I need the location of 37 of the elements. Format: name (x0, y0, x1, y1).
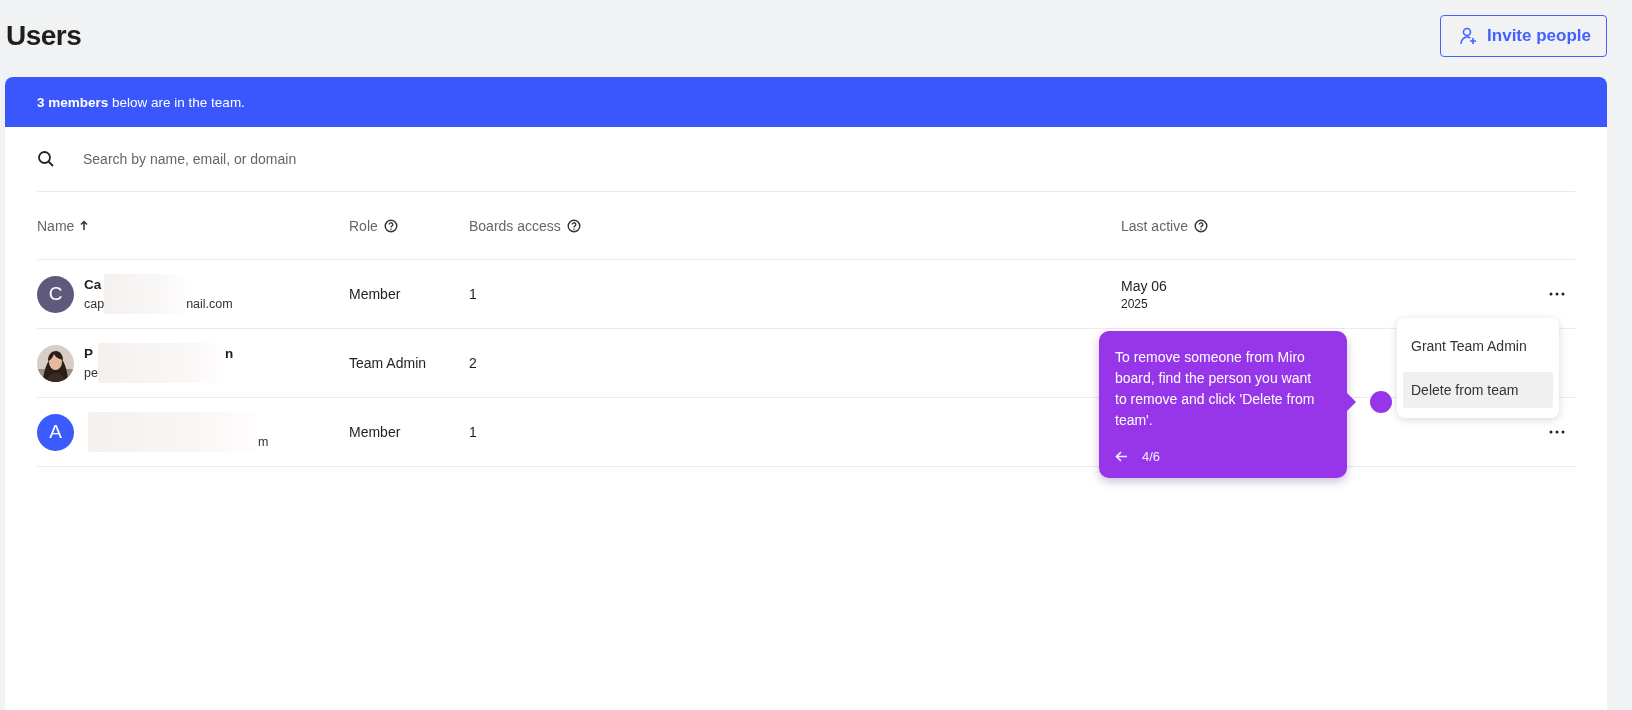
boards-count: 1 (469, 286, 477, 302)
search-icon (37, 150, 55, 168)
user-email: nail.com (186, 296, 233, 311)
column-header[interactable]: Last active (1121, 217, 1188, 234)
user-email: cap (84, 296, 105, 311)
back-arrow-icon[interactable] (1115, 451, 1128, 462)
step-counter: 4/6 (1142, 449, 1161, 464)
last-active-date: May 06 (1121, 277, 1167, 294)
help-icon (1193, 218, 1208, 233)
role-cell: Member (349, 286, 401, 302)
banner-text: 3 members below are in the team. (37, 94, 245, 110)
column-header[interactable]: Boards access (469, 217, 561, 234)
user-email: pe (84, 365, 98, 380)
invite-people-button[interactable]: Invite people (1440, 15, 1607, 57)
search-field[interactable]: Search by name, email, or domain (81, 150, 485, 168)
role-cell: Team Admin (349, 355, 427, 371)
boards-count: 1 (469, 424, 477, 440)
column-header[interactable]: Name (37, 217, 75, 234)
tooltip-text: To remove someone from Miro board, find the person you want to remove and click 'Delete from team'. (1115, 348, 1316, 430)
more-icon[interactable] (1549, 292, 1565, 296)
help-icon (566, 218, 581, 233)
sort-arrow-icon[interactable] (80, 220, 89, 231)
menu-item[interactable]: Grant Team Admin (1403, 328, 1553, 364)
column-header[interactable]: Role (349, 217, 378, 234)
avatar: A (37, 413, 74, 451)
boards-count: 2 (469, 355, 477, 371)
user-email: m (258, 434, 269, 449)
role-cell: Member (349, 424, 401, 440)
more-icon[interactable] (1549, 430, 1565, 434)
avatar: C (37, 275, 74, 313)
menu-item[interactable]: Delete from team (1403, 372, 1553, 408)
user-name: n (224, 346, 234, 361)
user-name: P (84, 346, 93, 361)
help-icon (383, 218, 398, 233)
page-title: Users (6, 20, 82, 52)
last-active-year: 2025 (1121, 296, 1149, 311)
user-name: Ca (84, 277, 102, 292)
